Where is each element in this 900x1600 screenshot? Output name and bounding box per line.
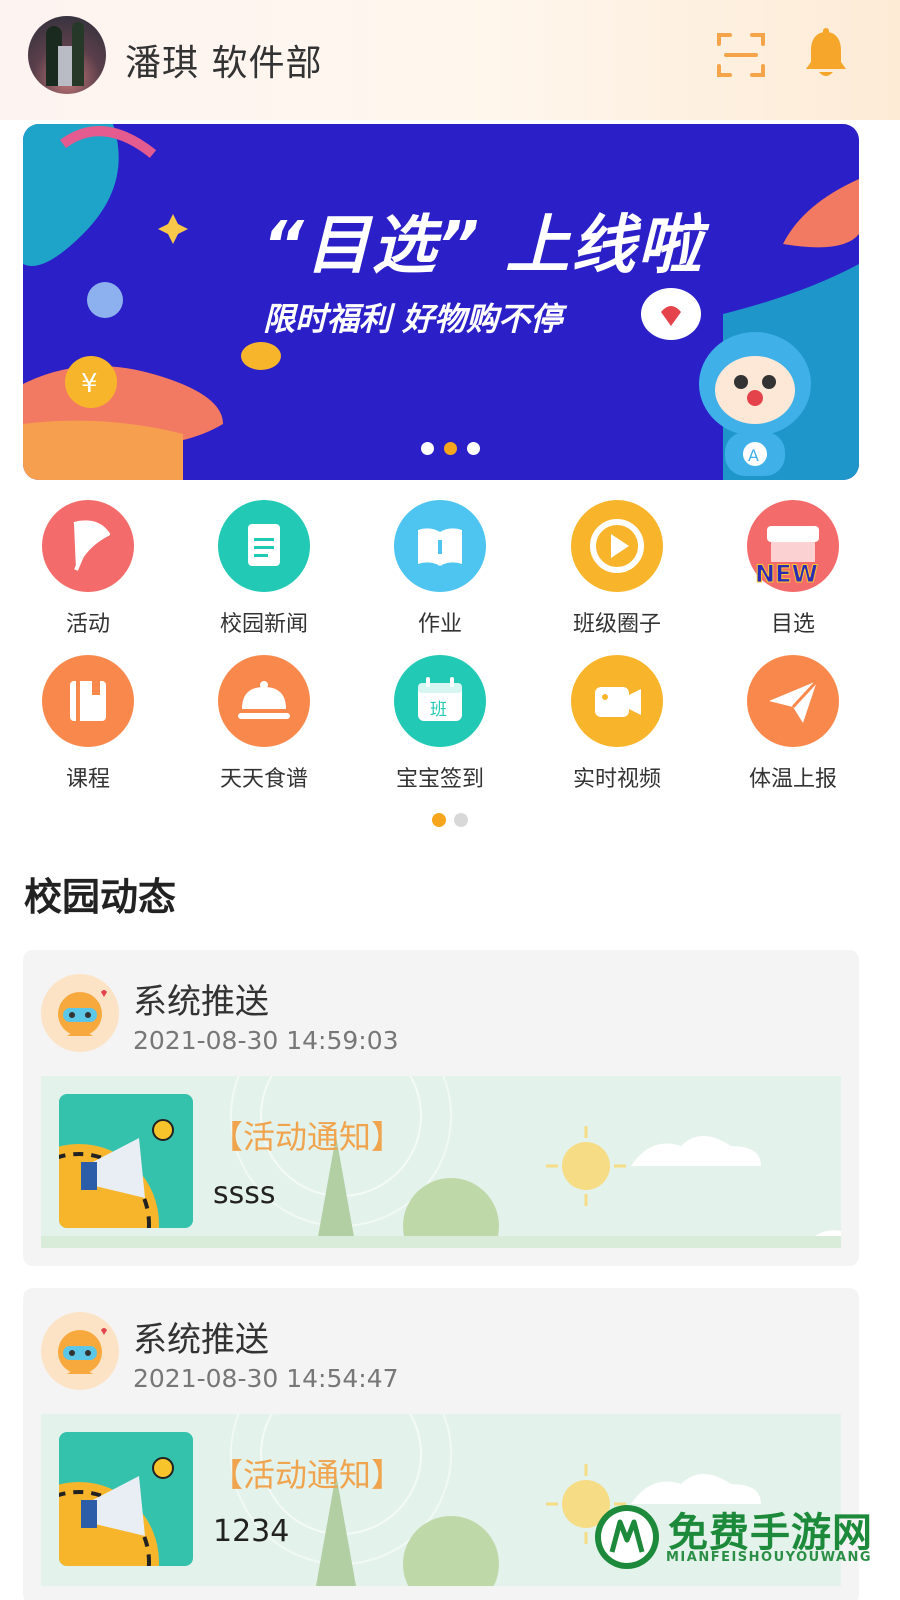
notebook-icon	[42, 655, 134, 747]
feed-card[interactable]: 系统推送 2021-08-30 14:59:03 【活动通知】 ssss	[23, 950, 859, 1266]
calendar-icon: 班	[394, 655, 486, 747]
scan-icon[interactable]	[716, 30, 766, 80]
bell-icon[interactable]	[802, 28, 850, 80]
feed-text: 1234	[213, 1514, 290, 1549]
watermark-subtitle: MIANFEISHOUYOUWANG	[666, 1550, 873, 1565]
grid-label: 天天食谱	[219, 767, 308, 792]
grid-item-campus-news[interactable]: 校园新闻	[189, 500, 339, 638]
user-name: 潘琪 软件部	[125, 43, 323, 84]
grid-pagination	[0, 812, 900, 831]
grid-label: 作业	[417, 612, 462, 637]
grid-item-homework[interactable]: 作业	[365, 500, 515, 638]
feed-sender: 系统推送	[133, 982, 269, 1022]
banner-dot[interactable]	[420, 442, 434, 455]
banner-pagination	[0, 440, 900, 459]
dish-icon	[218, 655, 310, 747]
feed-sender: 系统推送	[133, 1320, 269, 1360]
feed-content[interactable]: 【活动通知】 ssss	[41, 1076, 841, 1248]
grid-page-dot[interactable]	[454, 813, 468, 827]
grid-label: 课程	[65, 767, 110, 792]
feed-text: ssss	[213, 1176, 276, 1211]
watermark-logo-icon	[595, 1505, 659, 1569]
user-avatar[interactable]	[28, 16, 106, 94]
grid-label: 宝宝签到	[395, 767, 484, 792]
grid-item-temperature-report[interactable]: 体温上报	[718, 655, 868, 793]
play-icon	[571, 500, 663, 592]
banner-dot-active[interactable]	[443, 442, 457, 455]
video-icon	[571, 655, 663, 747]
promo-banner[interactable]: ¥ A “目选” 上线啦 限时福利 好物购不停	[23, 124, 859, 480]
svg-text:¥: ¥	[81, 369, 98, 399]
header: 潘琪 软件部	[0, 0, 900, 110]
grid-label: 体温上报	[748, 767, 837, 792]
grid-label: 目选	[770, 612, 815, 637]
megaphone-thumbnail	[59, 1094, 193, 1228]
svg-text:NEW: NEW	[755, 560, 818, 588]
grid-item-muxuan[interactable]: NEW 目选	[718, 500, 868, 638]
feed-time: 2021-08-30 14:54:47	[133, 1364, 399, 1393]
paper-plane-icon	[747, 655, 839, 747]
feed-tag: 【活动通知】	[211, 1118, 404, 1156]
robot-avatar-icon	[41, 974, 119, 1052]
banner-subtitle: 限时福利 好物购不停	[263, 300, 563, 338]
watermark: 免费手游网 MIANFEISHOUYOUWANG	[592, 1498, 892, 1594]
section-title: 校园动态	[24, 875, 177, 919]
grid-item-activity[interactable]: 活动	[13, 500, 163, 638]
svg-text:班: 班	[430, 700, 447, 720]
grid-item-baby-checkin[interactable]: 班 宝宝签到	[365, 655, 515, 793]
book-icon	[394, 500, 486, 592]
grid-label: 实时视频	[572, 767, 661, 792]
grid-item-daily-menu[interactable]: 天天食谱	[189, 655, 339, 793]
megaphone-thumbnail	[59, 1432, 193, 1566]
grid-item-course[interactable]: 课程	[13, 655, 163, 793]
feed-tag: 【活动通知】	[211, 1456, 404, 1494]
grid-item-class-circle[interactable]: 班级圈子	[542, 500, 692, 638]
flag-icon	[42, 500, 134, 592]
banner-dot[interactable]	[466, 442, 480, 455]
grid-label: 校园新闻	[219, 612, 308, 637]
grid-label: 活动	[65, 612, 110, 637]
document-icon	[218, 500, 310, 592]
grid-item-live-video[interactable]: 实时视频	[542, 655, 692, 793]
feed-time: 2021-08-30 14:59:03	[133, 1026, 399, 1055]
grid-page-dot-active[interactable]	[432, 813, 446, 827]
banner-title: “目选” 上线啦	[262, 209, 704, 283]
grid-label: 班级圈子	[572, 612, 661, 637]
robot-avatar-icon	[41, 1312, 119, 1390]
shop-new-icon: NEW	[747, 500, 839, 592]
